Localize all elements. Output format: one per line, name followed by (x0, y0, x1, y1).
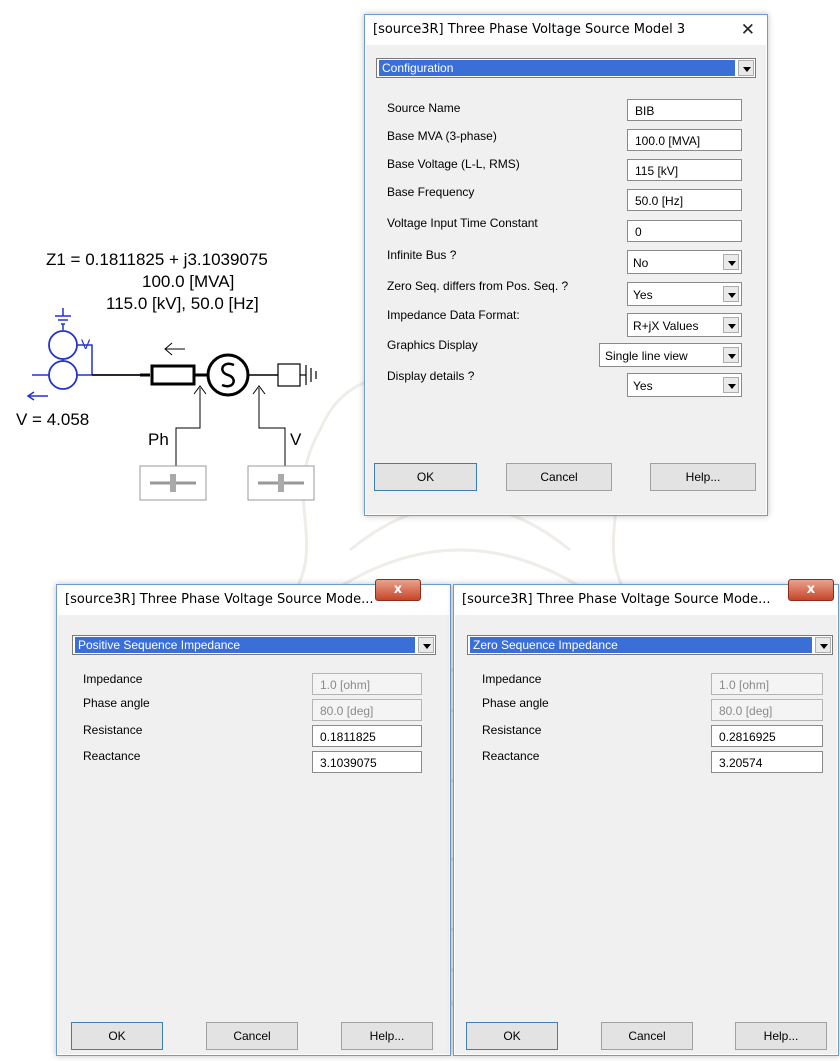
time-constant-input[interactable]: 0 (627, 220, 742, 242)
resistance-input[interactable]: 0.2816925 (711, 725, 823, 747)
field-label: Resistance (83, 723, 143, 737)
close-icon[interactable]: x (788, 579, 834, 601)
phase-angle-input: 80.0 [deg] (312, 699, 422, 721)
ground-icon (55, 308, 71, 330)
chevron-down-icon[interactable] (723, 286, 739, 302)
field-label: Phase angle (83, 696, 150, 710)
category-value: Configuration (379, 60, 735, 76)
dialog-titlebar[interactable]: [source3R] Three Phase Voltage Source Mo… (454, 585, 838, 615)
help-button[interactable]: Help... (341, 1022, 433, 1050)
category-value: Positive Sequence Impedance (75, 637, 415, 653)
display-details-value: Yes (633, 379, 653, 393)
help-button[interactable]: Help... (735, 1022, 827, 1050)
dialog-titlebar[interactable]: [source3R] Three Phase Voltage Source Mo… (365, 15, 767, 45)
mva-label: 100.0 [MVA] (142, 272, 235, 291)
source-name-input[interactable]: BIB (627, 99, 742, 121)
chevron-down-icon[interactable] (723, 347, 739, 363)
dialog-title: [source3R] Three Phase Voltage Source Mo… (462, 592, 771, 607)
field-label: Reactance (482, 749, 540, 763)
category-select[interactable]: Positive Sequence Impedance (72, 635, 436, 655)
field-label: Base Frequency (387, 185, 475, 199)
field-label: Base MVA (3-phase) (387, 129, 497, 143)
base-voltage-input[interactable]: 115 [kV] (627, 159, 742, 181)
reactance-input[interactable]: 3.1039075 (312, 751, 422, 773)
field-label: Reactance (83, 749, 141, 763)
field-label: Impedance Data Format: (387, 308, 520, 322)
cancel-button[interactable]: Cancel (601, 1022, 693, 1050)
chevron-down-icon[interactable] (723, 377, 739, 393)
ok-button[interactable]: OK (466, 1022, 558, 1050)
ammeter-icon (48, 360, 78, 390)
field-label: Phase angle (482, 696, 549, 710)
impedance-icon (150, 364, 196, 386)
base-mva-input[interactable]: 100.0 [MVA] (627, 129, 742, 151)
close-icon[interactable]: ✕ (741, 20, 755, 40)
dialog-title: [source3R] Three Phase Voltage Source Mo… (65, 592, 374, 607)
reactance-input[interactable]: 3.20574 (711, 751, 823, 773)
display-details-select[interactable]: Yes (627, 373, 742, 397)
chevron-down-icon[interactable] (738, 60, 754, 76)
z1-label: Z1 = 0.1811825 + j3.1039075 (46, 250, 268, 269)
infinite-bus-value: No (633, 256, 649, 270)
close-icon[interactable]: x (375, 579, 421, 601)
field-label: Infinite Bus ? (387, 248, 457, 262)
impedance-input: 1.0 [ohm] (312, 673, 422, 695)
infinite-bus-select[interactable]: No (627, 250, 742, 274)
field-label: Impedance (482, 672, 542, 686)
help-button[interactable]: Help... (650, 463, 756, 491)
field-label: Impedance (83, 672, 143, 686)
phase-angle-input: 80.0 [deg] (711, 699, 823, 721)
field-label: Graphics Display (387, 338, 478, 352)
category-select[interactable]: Zero Sequence Impedance (467, 635, 833, 655)
chevron-down-icon[interactable] (723, 254, 739, 270)
graphics-display-value: Single line view (605, 349, 688, 363)
impedance-format-value: R+jX Values (633, 319, 699, 333)
cancel-button[interactable]: Cancel (506, 463, 612, 491)
resistance-input[interactable]: 0.1811825 (312, 725, 422, 747)
chevron-down-icon[interactable] (815, 637, 831, 653)
field-label: Source Name (387, 101, 461, 115)
field-label: Base Voltage (L-L, RMS) (387, 157, 520, 171)
circuit-diagram[interactable] (0, 300, 360, 510)
chevron-down-icon[interactable] (723, 317, 739, 333)
category-value: Zero Sequence Impedance (470, 637, 812, 653)
zero-seq-select[interactable]: Yes (627, 282, 742, 306)
source-config-dialog: [source3R] Three Phase Voltage Source Mo… (364, 14, 768, 516)
dialog-title: [source3R] Three Phase Voltage Source Mo… (373, 22, 686, 37)
impedance-format-select[interactable]: R+jX Values (627, 313, 742, 337)
cancel-button[interactable]: Cancel (206, 1022, 298, 1050)
category-select[interactable]: Configuration (376, 58, 756, 78)
chevron-down-icon[interactable] (418, 637, 434, 653)
positive-sequence-dialog: [source3R] Three Phase Voltage Source Mo… (56, 579, 451, 1056)
zero-seq-value: Yes (633, 288, 653, 302)
base-frequency-input[interactable]: 50.0 [Hz] (627, 189, 742, 211)
ok-button[interactable]: OK (71, 1022, 163, 1050)
field-label: Resistance (482, 723, 542, 737)
field-label: Zero Seq. differs from Pos. Seq. ? (387, 279, 569, 293)
voltmeter-icon (48, 330, 78, 360)
field-label: Display details ? (387, 369, 475, 383)
graphics-display-select[interactable]: Single line view (599, 343, 742, 367)
ok-button[interactable]: OK (374, 463, 477, 491)
zero-sequence-dialog: [source3R] Three Phase Voltage Source Mo… (453, 579, 839, 1056)
field-label: Voltage Input Time Constant (387, 216, 538, 230)
impedance-input: 1.0 [ohm] (711, 673, 823, 695)
